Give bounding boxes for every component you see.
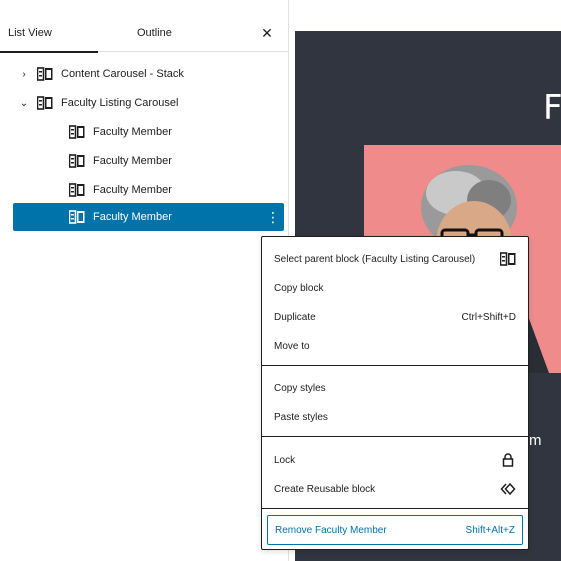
- block-icon: [69, 210, 85, 224]
- menu-item-lock[interactable]: Lock: [262, 446, 528, 474]
- tree-item-label: Faculty Member: [93, 184, 172, 196]
- menu-item-label: Remove Faculty Member: [275, 524, 387, 536]
- menu-divider: [262, 436, 528, 437]
- menu-item-label: Duplicate: [274, 311, 316, 323]
- menu-divider: [262, 508, 528, 509]
- tree-item-label: Faculty Member: [93, 126, 172, 138]
- tree-item-label: Faculty Listing Carousel: [61, 97, 179, 109]
- menu-item-label: Copy styles: [274, 382, 326, 394]
- menu-item-label: Move to: [274, 340, 310, 352]
- tab-list-view[interactable]: List View: [0, 14, 98, 53]
- block-icon: [500, 252, 516, 266]
- preview-text-fragment: m: [529, 432, 542, 449]
- menu-item-duplicate[interactable]: Duplicate Ctrl+Shift+D: [262, 303, 528, 331]
- tab-outline[interactable]: Outline: [137, 14, 172, 52]
- shortcut-label: Shift+Alt+Z: [465, 524, 515, 536]
- menu-item-copy-styles[interactable]: Copy styles: [262, 374, 528, 402]
- block-icon: [69, 125, 85, 139]
- tree-item-label: Faculty Member: [93, 211, 172, 223]
- block-icon: [37, 96, 53, 110]
- tree-item-faculty-member[interactable]: Faculty Member: [13, 176, 284, 204]
- tree-item-faculty-member[interactable]: Faculty Member: [13, 118, 284, 146]
- menu-item-remove-block[interactable]: Remove Faculty Member Shift+Alt+Z: [267, 515, 523, 545]
- menu-item-label: Select parent block (Faculty Listing Car…: [274, 253, 476, 265]
- block-options-menu: Select parent block (Faculty Listing Car…: [261, 236, 529, 550]
- block-icon: [69, 183, 85, 197]
- tree-item-faculty-listing-carousel[interactable]: ⌄ Faculty Listing Carousel: [13, 89, 284, 117]
- menu-item-move-to[interactable]: Move to: [262, 332, 528, 360]
- close-icon[interactable]: ✕: [256, 22, 278, 44]
- block-icon: [37, 67, 53, 81]
- menu-item-create-reusable[interactable]: Create Reusable block: [262, 475, 528, 503]
- list-view-sidebar: List View Outline ✕ › Content Carousel -…: [0, 0, 289, 561]
- menu-item-label: Copy block: [274, 282, 324, 294]
- menu-item-label: Lock: [274, 454, 296, 466]
- lock-icon: [502, 453, 514, 467]
- menu-divider: [262, 365, 528, 366]
- chevron-right-icon[interactable]: ›: [17, 69, 31, 80]
- shortcut-label: Ctrl+Shift+D: [461, 311, 516, 323]
- menu-item-paste-styles[interactable]: Paste styles: [262, 403, 528, 431]
- menu-item-label: Paste styles: [274, 411, 328, 423]
- tree-item-faculty-member[interactable]: Faculty Member: [13, 147, 284, 175]
- options-kebab-icon[interactable]: ⋮: [266, 209, 280, 225]
- tree-item-faculty-member-selected[interactable]: Faculty Member ⋮: [13, 203, 284, 231]
- menu-item-copy-block[interactable]: Copy block: [262, 274, 528, 302]
- preview-heading-fragment: F: [543, 88, 561, 128]
- block-icon: [69, 154, 85, 168]
- chevron-down-icon[interactable]: ⌄: [17, 98, 31, 109]
- tree-item-content-carousel[interactable]: › Content Carousel - Stack: [13, 60, 284, 88]
- menu-item-label: Create Reusable block: [274, 483, 376, 495]
- tree-item-label: Content Carousel - Stack: [61, 68, 184, 80]
- sidebar-tabs: List View Outline ✕: [0, 14, 288, 53]
- reusable-block-icon: [500, 482, 516, 496]
- tree-item-label: Faculty Member: [93, 155, 172, 167]
- menu-item-select-parent[interactable]: Select parent block (Faculty Listing Car…: [262, 245, 528, 273]
